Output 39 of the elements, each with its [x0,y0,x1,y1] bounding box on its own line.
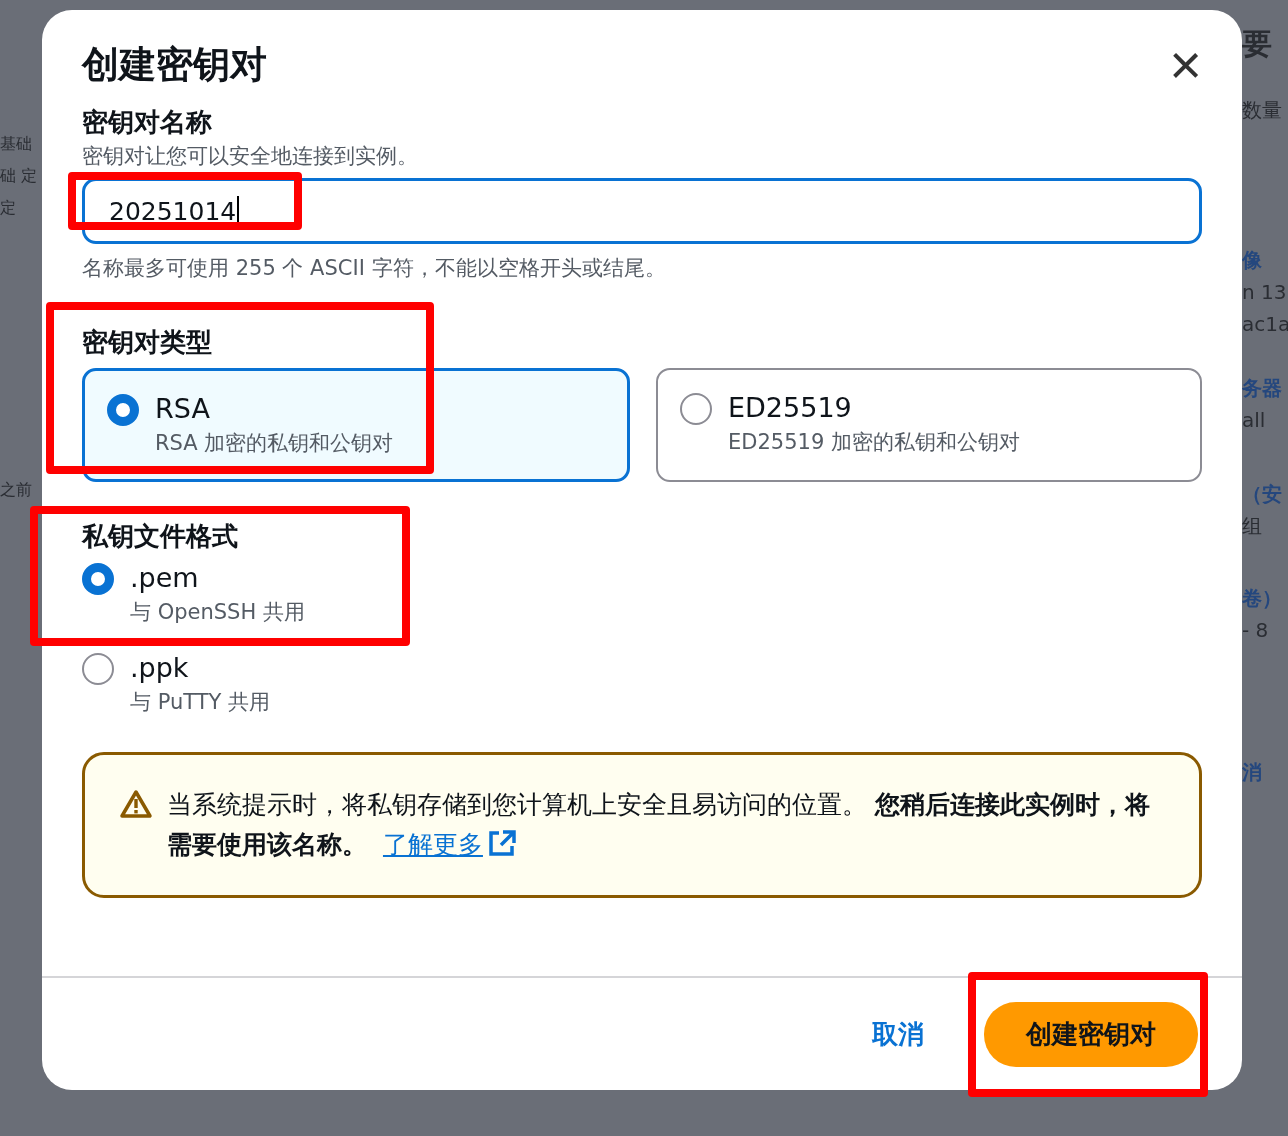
background-text: n 13 [1242,279,1288,306]
cancel-button[interactable]: 取消 [872,1006,924,1062]
option-card[interactable]: RSA RSA 加密的私钥和公钥对 [82,368,630,482]
field-hint: 名称最多可使用 255 个 ASCII 字符，不能以空格开头或结尾。 [82,255,667,282]
option-label: .pem [130,561,200,595]
create-button[interactable]: 创建密钥对 [984,1001,1198,1067]
radio-button[interactable] [680,393,712,425]
option-description: 与 PuTTY 共用 [130,689,271,716]
option-description: 与 OpenSSH 共用 [130,599,305,626]
radio-button[interactable] [82,563,114,595]
background-text: 数量 [1242,97,1283,124]
background-heading: 要 [1242,25,1273,63]
alert-message: 当系统提示时，将私钥存储到您计算机上安全且易访问的位置。 您稍后连接此实例时，将需要使用该名称。 了解更多 [167,789,1151,861]
option-card[interactable]: ED25519 ED25519 加密的私钥和公钥对 [656,368,1202,482]
option-description: ED25519 加密的私钥和公钥对 [728,429,1020,456]
field-label: 密钥对名称 [82,106,213,139]
background-text: 定 [0,197,17,219]
background-text: 基础 [0,133,33,155]
close-button[interactable]: × [1165,40,1206,90]
option-label: .ppk [130,651,190,685]
radio-button[interactable] [107,394,139,426]
background-text: 础 定 [0,165,39,187]
radio-button[interactable] [82,653,114,685]
external-link-icon [486,829,517,857]
background-text: 之前 [0,479,33,501]
field-description: 密钥对让您可以安全地连接到实例。 [82,143,419,170]
background-text: - 8 [1242,617,1270,644]
field-label: 密钥对类型 [82,326,213,359]
background-text: ac1a [1242,311,1288,338]
input-field[interactable]: 20251014 [82,178,1202,244]
background-text: all [1242,407,1267,434]
background-text: 组 [1242,513,1263,540]
option-description: RSA 加密的私钥和公钥对 [155,430,394,457]
option-label: ED25519 [728,391,853,425]
learn-more-link[interactable]: 了解更多 [382,830,517,859]
dialog-title: 创建密钥对 [82,42,267,88]
field-label: 私钥文件格式 [82,520,239,553]
option-label: RSA [155,392,211,426]
warning-icon [119,789,153,819]
